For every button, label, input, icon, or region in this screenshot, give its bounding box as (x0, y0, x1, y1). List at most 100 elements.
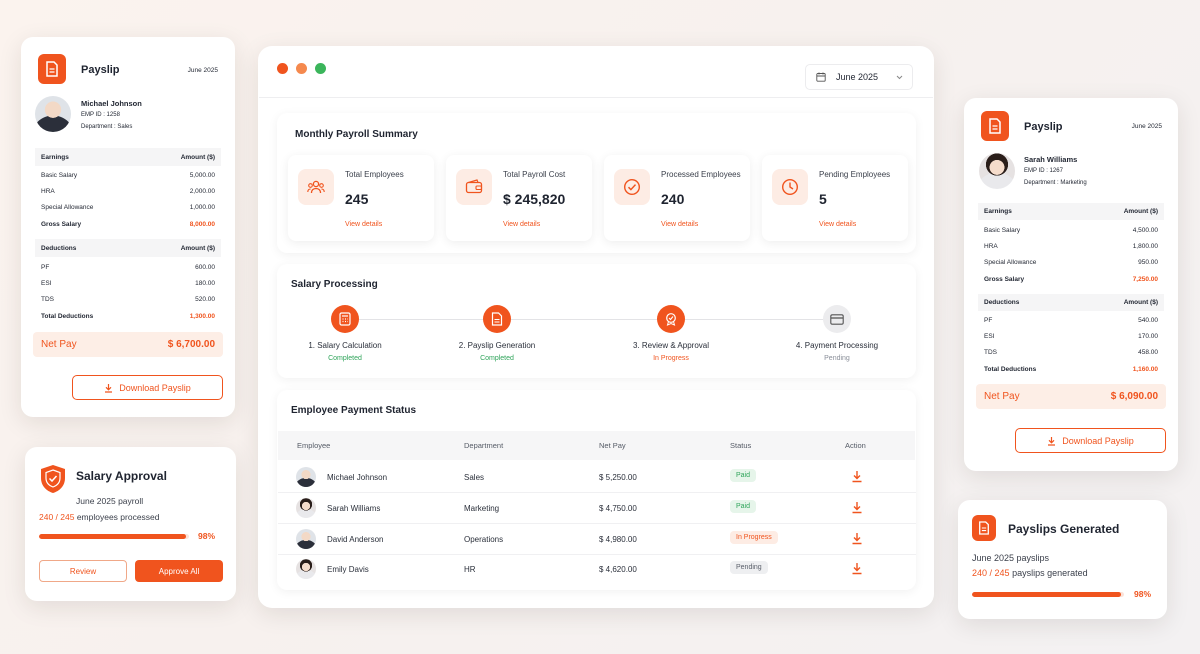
deduction-label: ESI (41, 280, 52, 287)
approval-count: 240 / 245 (39, 512, 75, 522)
earning-label: Special Allowance (984, 259, 1037, 266)
status-badge: In Progress (730, 531, 778, 544)
generated-progress-bar (972, 592, 1124, 597)
shield-check-icon (41, 465, 65, 493)
wallet-icon (456, 169, 492, 205)
net-pay: $ 4,620.00 (599, 565, 637, 574)
table-header-row (278, 431, 915, 460)
payslips-generated-card: Payslips Generated June 2025 payslips 24… (958, 500, 1167, 619)
amount-label: Amount ($) (1123, 299, 1158, 306)
earnings-label: Earnings (41, 153, 69, 161)
employee-department: Operations (464, 535, 504, 544)
deductions-label: Deductions (41, 244, 77, 252)
calculator-icon (331, 305, 359, 333)
view-details-link[interactable]: View details (503, 221, 540, 228)
column-header: Department (464, 441, 504, 450)
summary-title: Monthly Payroll Summary (295, 129, 418, 140)
earning-label: Basic Salary (984, 227, 1021, 234)
step-review-approval[interactable]: 3. Review & Approval In Progress (591, 305, 751, 362)
download-icon[interactable] (851, 470, 863, 483)
earning-label: Basic Salary (41, 172, 78, 179)
approve-all-button[interactable]: Approve All (135, 560, 223, 582)
stat-value: $ 245,820 (503, 191, 566, 207)
calendar-icon (816, 72, 826, 82)
payslip-period: June 2025 (187, 67, 218, 74)
gross-row: Gross Salary 7,250.00 (978, 276, 1164, 283)
gross-value: 8,000.00 (189, 221, 215, 228)
step-status: Completed (328, 355, 362, 362)
step-payment-processing[interactable]: 4. Payment Processing Pending (757, 305, 917, 362)
total-deductions-row: Total Deductions 1,300.00 (35, 313, 221, 320)
step-label: 3. Review & Approval (632, 341, 710, 350)
payslip-title: Payslip (1024, 121, 1063, 133)
total-deductions-row: Total Deductions 1,160.00 (978, 366, 1164, 373)
net-pay-label: Net Pay (984, 391, 1020, 402)
salary-approval-card: Salary Approval June 2025 payroll 240 / … (25, 447, 236, 601)
deduction-label: PF (41, 264, 50, 271)
download-payslip-button[interactable]: Download Payslip (72, 375, 223, 400)
stat-card-pending[interactable]: Pending Employees 5 View details (762, 155, 908, 241)
earnings-label: Earnings (984, 208, 1012, 215)
employee-name: Michael Johnson (81, 99, 142, 108)
status-badge: Pending (730, 561, 768, 574)
deduction-row: TDS 520.00 (35, 296, 221, 303)
column-header: Status (730, 441, 752, 450)
earning-row: Basic Salary 5,000.00 (35, 172, 221, 179)
approval-percent: 98% (198, 531, 216, 541)
window-maximize-dot[interactable] (315, 63, 326, 74)
earning-row: Basic Salary 4,500.00 (978, 227, 1164, 234)
avatar (979, 153, 1015, 189)
month-selector[interactable]: June 2025 (805, 64, 913, 90)
total-deductions-label: Total Deductions (41, 313, 94, 320)
employee-name: Michael Johnson (327, 473, 388, 482)
employee-department: HR (464, 565, 476, 574)
employee-id: EMP ID : 1258 (81, 112, 120, 118)
employee-name: Sarah Williams (327, 504, 381, 513)
approval-count-line: 240 / 245 employees processed (39, 512, 160, 522)
stat-card-processed[interactable]: Processed Employees 240 View details (604, 155, 750, 241)
badge-icon (657, 305, 685, 333)
review-button[interactable]: Review (39, 560, 127, 582)
column-header: Action (845, 441, 866, 450)
view-details-link[interactable]: View details (819, 221, 856, 228)
deduction-value: 180.00 (195, 280, 215, 287)
payslip-card-right: Payslip June 2025 Sarah Williams EMP ID … (964, 98, 1178, 471)
amount-label: Amount ($) (1123, 208, 1158, 215)
gross-value: 7,250.00 (1132, 276, 1158, 283)
chevron-down-icon (896, 75, 903, 79)
generated-count-suffix: payslips generated (1012, 568, 1088, 578)
payslip-card-left: Payslip June 2025 Michael Johnson EMP ID… (21, 37, 235, 417)
download-icon[interactable] (851, 501, 863, 514)
view-details-link[interactable]: View details (345, 221, 382, 228)
employee-name: Emily Davis (327, 565, 369, 574)
total-deductions-label: Total Deductions (984, 366, 1037, 373)
employee-name: Sarah Williams (1024, 155, 1078, 164)
step-salary-calculation[interactable]: 1. Salary Calculation Completed (265, 305, 425, 362)
download-icon (105, 383, 113, 393)
approve-all-label: Approve All (158, 566, 200, 576)
employee-id: EMP ID : 1267 (1024, 168, 1063, 174)
employee-name: David Anderson (327, 535, 384, 544)
earnings-header: Earnings Amount ($) (35, 148, 221, 166)
stat-card-payroll-cost[interactable]: Total Payroll Cost $ 245,820 View detail… (446, 155, 592, 241)
window-minimize-dot[interactable] (296, 63, 307, 74)
earning-value: 1,000.00 (189, 204, 215, 211)
stat-label: Total Payroll Cost (503, 170, 566, 179)
step-status: Completed (480, 355, 514, 362)
approval-title: Salary Approval (76, 469, 167, 483)
generated-subtitle: June 2025 payslips (972, 553, 1050, 563)
generated-percent: 98% (1134, 589, 1152, 599)
stat-card-total-employees[interactable]: Total Employees 245 View details (288, 155, 434, 241)
document-icon (981, 111, 1009, 141)
deduction-value: 540.00 (1138, 317, 1158, 324)
avatar (296, 529, 316, 549)
download-payslip-button[interactable]: Download Payslip (1015, 428, 1166, 453)
view-details-link[interactable]: View details (661, 221, 698, 228)
window-close-dot[interactable] (277, 63, 288, 74)
download-icon[interactable] (851, 532, 863, 545)
payslip-title: Payslip (81, 64, 120, 76)
gross-row: Gross Salary 8,000.00 (35, 221, 221, 228)
stat-value: 245 (345, 191, 369, 207)
download-icon[interactable] (851, 562, 863, 575)
step-payslip-generation[interactable]: 2. Payslip Generation Completed (417, 305, 577, 362)
